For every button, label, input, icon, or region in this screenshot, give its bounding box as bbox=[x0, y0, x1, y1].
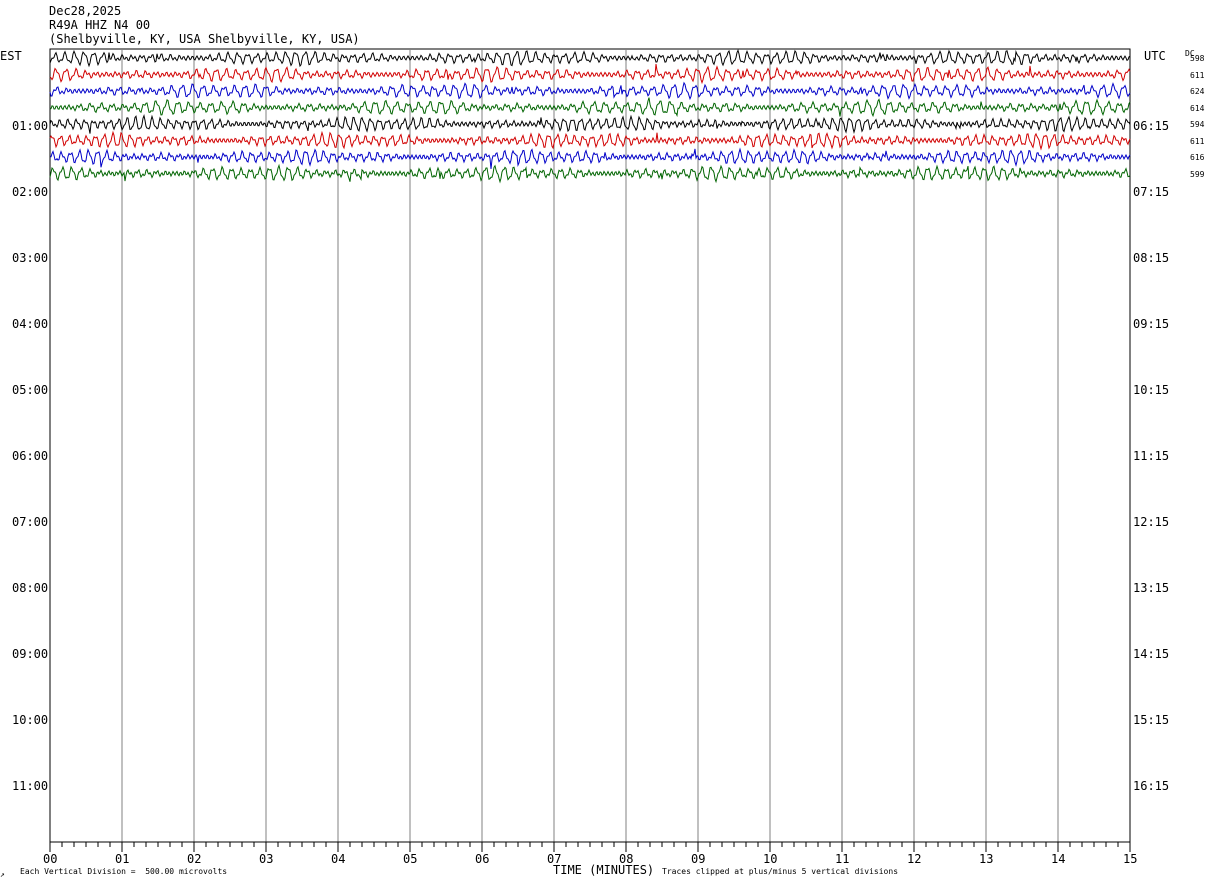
x-tick-label: 04 bbox=[331, 852, 346, 866]
dc-offset-label: 598 bbox=[1190, 54, 1205, 63]
est-hour-label: 04:00 bbox=[12, 317, 49, 331]
utc-hour-label: 11:15 bbox=[1133, 449, 1170, 463]
utc-hour-label: 09:15 bbox=[1133, 317, 1170, 331]
est-hour-label: 09:00 bbox=[12, 647, 49, 661]
dc-offset-label: 616 bbox=[1190, 153, 1205, 162]
trace-row bbox=[49, 64, 1131, 85]
est-hour-label: 11:00 bbox=[12, 779, 49, 793]
trace-row bbox=[49, 163, 1131, 184]
est-hour-label: 10:00 bbox=[12, 713, 49, 727]
trace-row bbox=[49, 130, 1131, 151]
x-tick-label: 15 bbox=[1123, 852, 1138, 866]
trace-row bbox=[49, 147, 1131, 170]
est-hour-label: 02:00 bbox=[12, 185, 49, 199]
dc-offset-label: 611 bbox=[1190, 136, 1205, 146]
dc-offset-label: 611 bbox=[1190, 70, 1205, 80]
utc-hour-label: 08:15 bbox=[1133, 251, 1170, 265]
x-tick-label: 01 bbox=[115, 852, 130, 866]
x-tick-label: 02 bbox=[187, 852, 202, 866]
dc-offset-label: 594 bbox=[1190, 120, 1205, 129]
dc-offset-label: 614 bbox=[1190, 103, 1205, 113]
utc-hour-label: 07:15 bbox=[1133, 185, 1170, 199]
x-axis-title: TIME (MINUTES) bbox=[553, 863, 655, 877]
trace-row bbox=[49, 97, 1131, 118]
est-hour-label: 01:00 bbox=[12, 119, 49, 133]
corner-mark: ↗ bbox=[0, 870, 5, 879]
est-hour-label: 06:00 bbox=[12, 449, 49, 463]
utc-hour-label: 12:15 bbox=[1133, 515, 1170, 529]
x-tick-label: 07 bbox=[547, 852, 562, 866]
x-tick-label: 12 bbox=[907, 852, 922, 866]
helicorder-chart bbox=[49, 48, 1131, 852]
x-tick-label: 10 bbox=[763, 852, 778, 866]
utc-hour-label: 16:15 bbox=[1133, 779, 1170, 793]
clip-note: Traces clipped at plus/minus 5 vertical … bbox=[662, 867, 899, 876]
trace-row bbox=[49, 113, 1131, 135]
x-tick-label: 06 bbox=[475, 852, 490, 866]
x-tick-label: 08 bbox=[619, 852, 634, 866]
trace-row bbox=[49, 48, 1131, 68]
utc-hour-label: 10:15 bbox=[1133, 383, 1170, 397]
utc-hour-label: 06:15 bbox=[1133, 119, 1170, 133]
utc-hour-label: 13:15 bbox=[1133, 581, 1170, 595]
x-tick-label: 14 bbox=[1051, 852, 1066, 866]
x-tick-label: 11 bbox=[835, 852, 850, 866]
est-hour-label: 08:00 bbox=[12, 581, 49, 595]
dc-offset-label: 599 bbox=[1190, 169, 1205, 179]
est-hour-label: 03:00 bbox=[12, 251, 49, 265]
utc-hour-label: 15:15 bbox=[1133, 713, 1170, 727]
utc-hour-label: 14:15 bbox=[1133, 647, 1170, 661]
x-tick-label: 05 bbox=[403, 852, 418, 866]
est-hour-label: 07:00 bbox=[12, 515, 49, 529]
trace-row bbox=[49, 81, 1131, 101]
scale-note: Each Vertical Division = 500.00 microvol… bbox=[20, 867, 228, 876]
x-tick-label: 13 bbox=[979, 852, 994, 866]
x-tick-label: 00 bbox=[43, 852, 58, 866]
x-tick-label: 03 bbox=[259, 852, 274, 866]
est-hour-label: 05:00 bbox=[12, 383, 49, 397]
dc-offset-label: 624 bbox=[1190, 87, 1205, 96]
x-tick-label: 09 bbox=[691, 852, 706, 866]
